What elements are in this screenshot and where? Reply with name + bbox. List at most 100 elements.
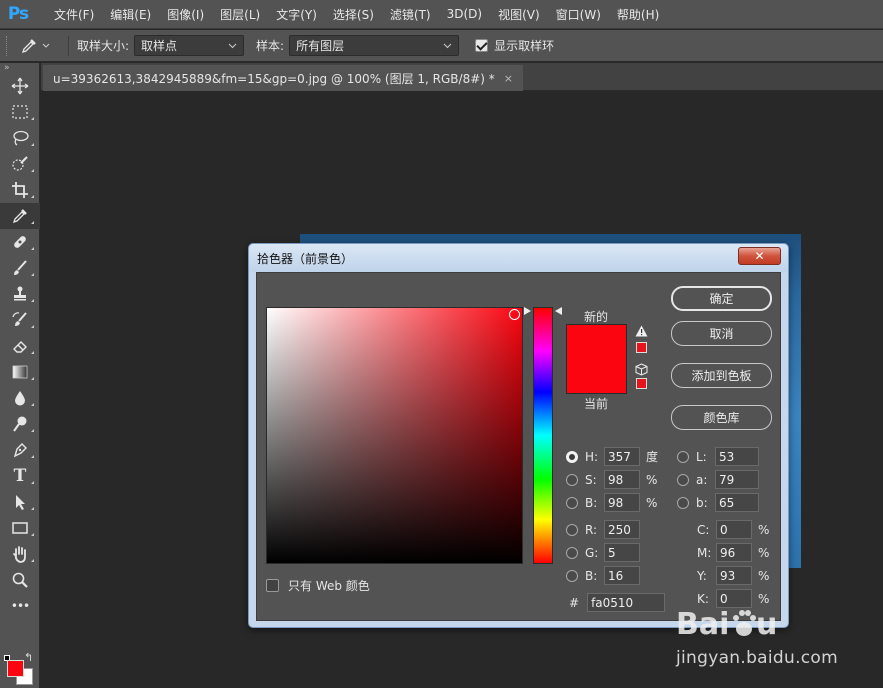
gamut-color-swatch[interactable]	[636, 342, 647, 353]
color-field-marker[interactable]	[509, 309, 520, 320]
options-bar: 取样大小: 取样点 样本: 所有图层 显示取样环	[0, 30, 883, 62]
path-select-tool[interactable]	[0, 489, 40, 515]
zoom-tool[interactable]	[0, 567, 40, 593]
lab-a-label: a:	[696, 472, 708, 487]
new-color-swatch	[566, 324, 627, 359]
menu-window[interactable]: 窗口(W)	[548, 6, 609, 23]
cyan-input[interactable]: 0	[716, 520, 752, 539]
hue-row: H: 357 度	[566, 447, 658, 466]
menu-filter[interactable]: 滤镜(T)	[382, 6, 439, 23]
saturation-radio[interactable]	[566, 473, 578, 486]
stamp-tool[interactable]	[0, 281, 40, 307]
history-brush-icon	[12, 312, 27, 326]
yellow-label: Y:	[697, 568, 707, 583]
hue-radio[interactable]	[566, 450, 578, 463]
more-tools[interactable]: •••	[0, 593, 40, 619]
menu-select[interactable]: 选择(S)	[325, 6, 382, 23]
cube-icon[interactable]	[635, 363, 648, 376]
menu-file[interactable]: 文件(F)	[46, 6, 102, 23]
hand-tool[interactable]	[0, 541, 40, 567]
crop-icon	[12, 182, 28, 198]
brightness-label: B:	[585, 495, 598, 510]
yellow-input[interactable]: 93	[716, 566, 752, 585]
ok-button[interactable]: 确定	[671, 286, 772, 311]
foreground-color[interactable]	[7, 660, 24, 677]
lab-l-input[interactable]: 53	[715, 447, 759, 466]
menu-image[interactable]: 图像(I)	[159, 6, 212, 23]
menu-type[interactable]: 文字(Y)	[268, 6, 325, 23]
hue-slider[interactable]	[533, 307, 553, 564]
add-to-swatches-button[interactable]: 添加到色板	[671, 363, 772, 388]
options-grip[interactable]	[6, 35, 10, 56]
cyan-label: C:	[697, 522, 710, 537]
eyedropper-tool[interactable]	[0, 203, 40, 229]
warning-icon[interactable]	[635, 325, 648, 337]
lab-a-input[interactable]: 79	[715, 470, 759, 489]
color-libraries-label: 颜色库	[703, 411, 740, 425]
menu-edit[interactable]: 编辑(E)	[102, 6, 159, 23]
cancel-button[interactable]: 取消	[671, 321, 772, 346]
bandage-icon	[14, 236, 26, 248]
menu-layer[interactable]: 图层(L)	[212, 6, 268, 23]
red-radio[interactable]	[566, 523, 578, 536]
green-radio[interactable]	[566, 546, 578, 559]
menu-help[interactable]: 帮助(H)	[609, 6, 667, 23]
tool-preset-picker[interactable]	[20, 37, 60, 55]
dialog-title-text: 拾色器（前景色）	[257, 251, 354, 266]
collapse-toggle[interactable]: »	[0, 63, 39, 73]
quick-select-tool[interactable]	[0, 151, 40, 177]
web-only-checkbox[interactable]	[266, 579, 279, 592]
baidu-watermark: Bai u jingyan.baidu.com	[676, 604, 876, 684]
photoshop-logo: Ps	[7, 4, 29, 24]
green-input[interactable]: 5	[604, 543, 640, 562]
show-ring-checkbox[interactable]	[475, 39, 489, 52]
brightness-radio[interactable]	[566, 496, 578, 509]
lab-b-input[interactable]: 65	[715, 493, 759, 512]
pen-tool[interactable]	[0, 437, 40, 463]
history-brush-tool[interactable]	[0, 307, 40, 333]
hex-input[interactable]: fa0510	[587, 593, 666, 612]
dodge-icon	[13, 416, 27, 432]
hue-input[interactable]: 357	[604, 447, 640, 466]
hue-slider-arrow-left[interactable]	[524, 307, 531, 315]
saturation-input[interactable]: 98	[604, 470, 640, 489]
web-only-option[interactable]: 只有 Web 颜色	[266, 577, 370, 594]
menu-3d[interactable]: 3D(D)	[439, 7, 490, 21]
close-icon[interactable]: ×	[504, 72, 513, 85]
dialog-title: 拾色器（前景色）	[249, 244, 788, 272]
crop-tool[interactable]	[0, 177, 40, 203]
marquee-tool[interactable]	[0, 99, 40, 125]
lasso-tool[interactable]	[0, 125, 40, 151]
type-tool[interactable]: T	[0, 463, 40, 489]
blue-input[interactable]: 16	[604, 566, 640, 585]
brightness-input[interactable]: 98	[604, 493, 640, 512]
brush-tool[interactable]	[0, 255, 40, 281]
dodge-tool[interactable]	[0, 411, 40, 437]
dialog-close-button[interactable]: ✕	[738, 247, 781, 265]
current-color-swatch[interactable]	[566, 359, 627, 394]
menu-view[interactable]: 视图(V)	[490, 6, 548, 23]
pen-icon	[13, 443, 27, 458]
lab-b-radio[interactable]	[677, 496, 689, 509]
blue-radio[interactable]	[566, 569, 578, 582]
saturation-brightness-field[interactable]	[266, 307, 523, 564]
lab-a-radio[interactable]	[677, 473, 689, 486]
rectangle-tool[interactable]	[0, 515, 40, 541]
sample-size-select[interactable]: 取样点	[134, 35, 245, 56]
red-row: R: 250	[566, 520, 640, 539]
document-tab[interactable]: u=39362613,3842945889&fm=15&gp=0.jpg @ 1…	[43, 65, 523, 91]
sample-select[interactable]: 所有图层	[289, 35, 460, 56]
blur-tool[interactable]	[0, 385, 40, 411]
web-safe-color-swatch[interactable]	[636, 378, 647, 389]
eraser-tool[interactable]	[0, 333, 40, 359]
swap-colors-icon[interactable]: ↰	[24, 651, 33, 664]
healing-tool[interactable]	[0, 229, 40, 255]
color-libraries-button[interactable]: 颜色库	[671, 405, 772, 430]
move-tool[interactable]	[0, 73, 40, 99]
menu-bar: Ps 文件(F) 编辑(E) 图像(I) 图层(L) 文字(Y) 选择(S) 滤…	[0, 0, 883, 29]
magenta-input[interactable]: 96	[716, 543, 752, 562]
red-input[interactable]: 250	[604, 520, 640, 539]
lab-l-radio[interactable]	[677, 450, 689, 463]
gradient-tool[interactable]	[0, 359, 40, 385]
hue-slider-arrow-right[interactable]	[555, 307, 562, 315]
